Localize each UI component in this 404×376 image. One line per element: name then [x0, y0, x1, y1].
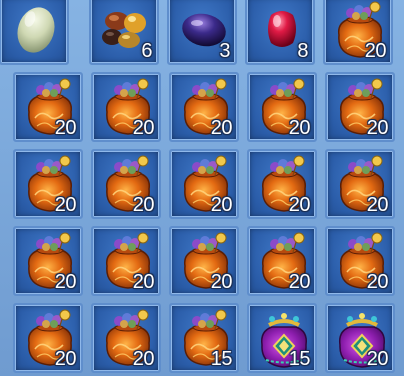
inventory-slot[interactable]: 20	[13, 226, 83, 296]
item-quantity: 6	[141, 40, 152, 62]
inventory-slot[interactable]: 20	[91, 149, 161, 219]
item-quantity: 20	[210, 194, 233, 216]
inventory-slot[interactable]: 15	[169, 303, 239, 373]
inventory-slot[interactable]: 20	[169, 72, 239, 142]
item-quantity: 20	[366, 117, 389, 139]
item-quantity: 20	[132, 117, 155, 139]
inventory-slot[interactable]: 20	[247, 226, 317, 296]
item-quantity: 20	[288, 271, 311, 293]
inventory-slot[interactable]: 20	[247, 72, 317, 142]
item-quantity: 20	[210, 271, 233, 293]
item-quantity: 20	[132, 194, 155, 216]
inventory-slot[interactable]: 20	[325, 226, 395, 296]
inventory-slot[interactable]: 20	[91, 303, 161, 373]
inventory-slot[interactable]: 20	[169, 149, 239, 219]
inventory-slot[interactable]: 3	[167, 0, 237, 65]
inventory-slot[interactable]	[0, 0, 69, 65]
inventory-slot[interactable]: 20	[13, 72, 83, 142]
inventory-slot[interactable]: 20	[13, 303, 83, 373]
inventory-slot[interactable]: 6	[89, 0, 159, 65]
item-quantity: 3	[219, 40, 230, 62]
inventory-slot[interactable]: 15	[247, 303, 317, 373]
item-quantity: 20	[288, 117, 311, 139]
item-quantity: 20	[54, 348, 77, 370]
item-quantity: 20	[54, 194, 77, 216]
inventory-slot[interactable]: 20	[323, 0, 393, 65]
inventory-slot[interactable]: 20	[325, 72, 395, 142]
item-quantity: 15	[288, 348, 311, 370]
inventory-grid: 6 3 8 20 20 20 20 20 20 20 20 20 20 20 2…	[0, 0, 404, 376]
item-quantity: 20	[366, 271, 389, 293]
item-quantity: 20	[54, 271, 77, 293]
inventory-slot[interactable]: 20	[169, 226, 239, 296]
item-quantity: 20	[288, 194, 311, 216]
inventory-slot[interactable]: 20	[91, 72, 161, 142]
inventory-slot[interactable]: 20	[13, 149, 83, 219]
item-quantity: 15	[210, 348, 233, 370]
inventory-slot[interactable]: 20	[325, 303, 395, 373]
item-quantity: 20	[210, 117, 233, 139]
item-quantity: 20	[366, 194, 389, 216]
item-quantity: 20	[132, 271, 155, 293]
item-quantity: 20	[366, 348, 389, 370]
inventory-slot[interactable]: 8	[245, 0, 315, 65]
item-quantity: 20	[132, 348, 155, 370]
inventory-slot[interactable]: 20	[247, 149, 317, 219]
item-quantity: 20	[54, 117, 77, 139]
item-quantity: 8	[297, 40, 308, 62]
item-quantity: 20	[364, 40, 387, 62]
inventory-slot[interactable]: 20	[325, 149, 395, 219]
pale-moonstone-icon	[17, 7, 55, 53]
inventory-slot[interactable]: 20	[91, 226, 161, 296]
